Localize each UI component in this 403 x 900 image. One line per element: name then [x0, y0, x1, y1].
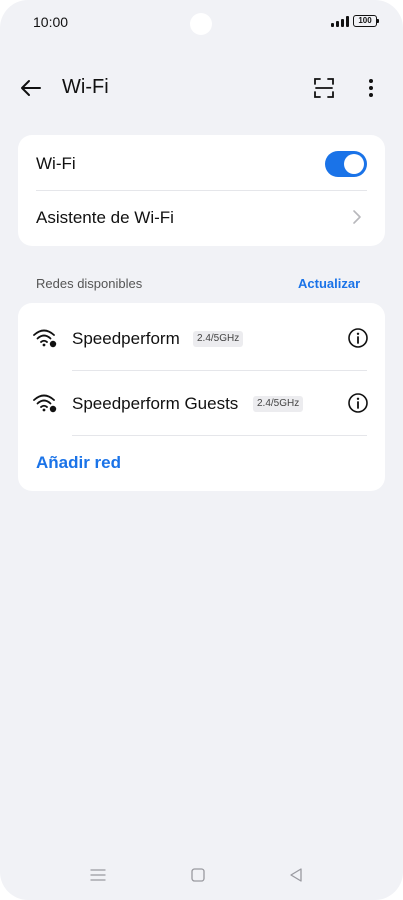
- add-network-button[interactable]: Añadir red: [36, 453, 121, 473]
- wifi-settings-card: Wi-Fi Asistente de Wi-Fi: [18, 135, 385, 246]
- battery-level: 100: [358, 16, 372, 25]
- recent-apps-icon[interactable]: [90, 868, 106, 882]
- network-band-badge: 2.4/5GHz: [253, 396, 304, 412]
- home-icon[interactable]: [191, 868, 205, 882]
- qr-scan-icon[interactable]: [313, 77, 335, 99]
- divider: [72, 435, 367, 436]
- app-header: Wi-Fi: [0, 64, 403, 112]
- battery-icon: 100: [353, 15, 379, 27]
- arrow-left-icon[interactable]: [18, 76, 44, 100]
- wifi-locked-icon: [33, 394, 57, 413]
- status-bar: 10:00 100: [0, 0, 403, 44]
- status-time: 10:00: [33, 14, 69, 30]
- page-title: Wi-Fi: [62, 76, 109, 98]
- status-icons: 100: [331, 15, 379, 27]
- toggle-knob: [344, 154, 364, 174]
- network-name: Speedperform: [72, 329, 180, 348]
- system-nav-bar: [0, 860, 403, 890]
- wifi-locked-icon: [33, 329, 57, 348]
- back-triangle-icon[interactable]: [289, 867, 303, 883]
- info-icon[interactable]: [347, 392, 369, 414]
- chevron-right-icon: [353, 210, 361, 224]
- camera-cutout: [190, 13, 212, 35]
- more-vertical-icon[interactable]: [361, 76, 381, 100]
- network-name: Speedperform Guests: [72, 394, 239, 413]
- refresh-button[interactable]: Actualizar: [298, 276, 360, 291]
- info-icon[interactable]: [347, 327, 369, 349]
- network-band-badge: 2.4/5GHz: [193, 331, 244, 347]
- wifi-toggle-row[interactable]: Wi-Fi: [36, 151, 367, 177]
- available-networks-label: Redes disponibles: [36, 276, 143, 291]
- signal-icon: [331, 15, 349, 27]
- wifi-label: Wi-Fi: [36, 154, 76, 173]
- wifi-toggle[interactable]: [325, 151, 367, 177]
- phone-screen: 10:00 100 Wi-Fi Wi-Fi Asistente de Wi-Fi…: [0, 0, 403, 900]
- wifi-assistant-row[interactable]: Asistente de Wi-Fi: [36, 205, 367, 231]
- networks-card: Speedperform 2.4/5GHz Speedperform Guest…: [18, 303, 385, 491]
- divider: [36, 190, 367, 191]
- divider: [72, 370, 367, 371]
- wifi-assistant-label: Asistente de Wi-Fi: [36, 208, 174, 227]
